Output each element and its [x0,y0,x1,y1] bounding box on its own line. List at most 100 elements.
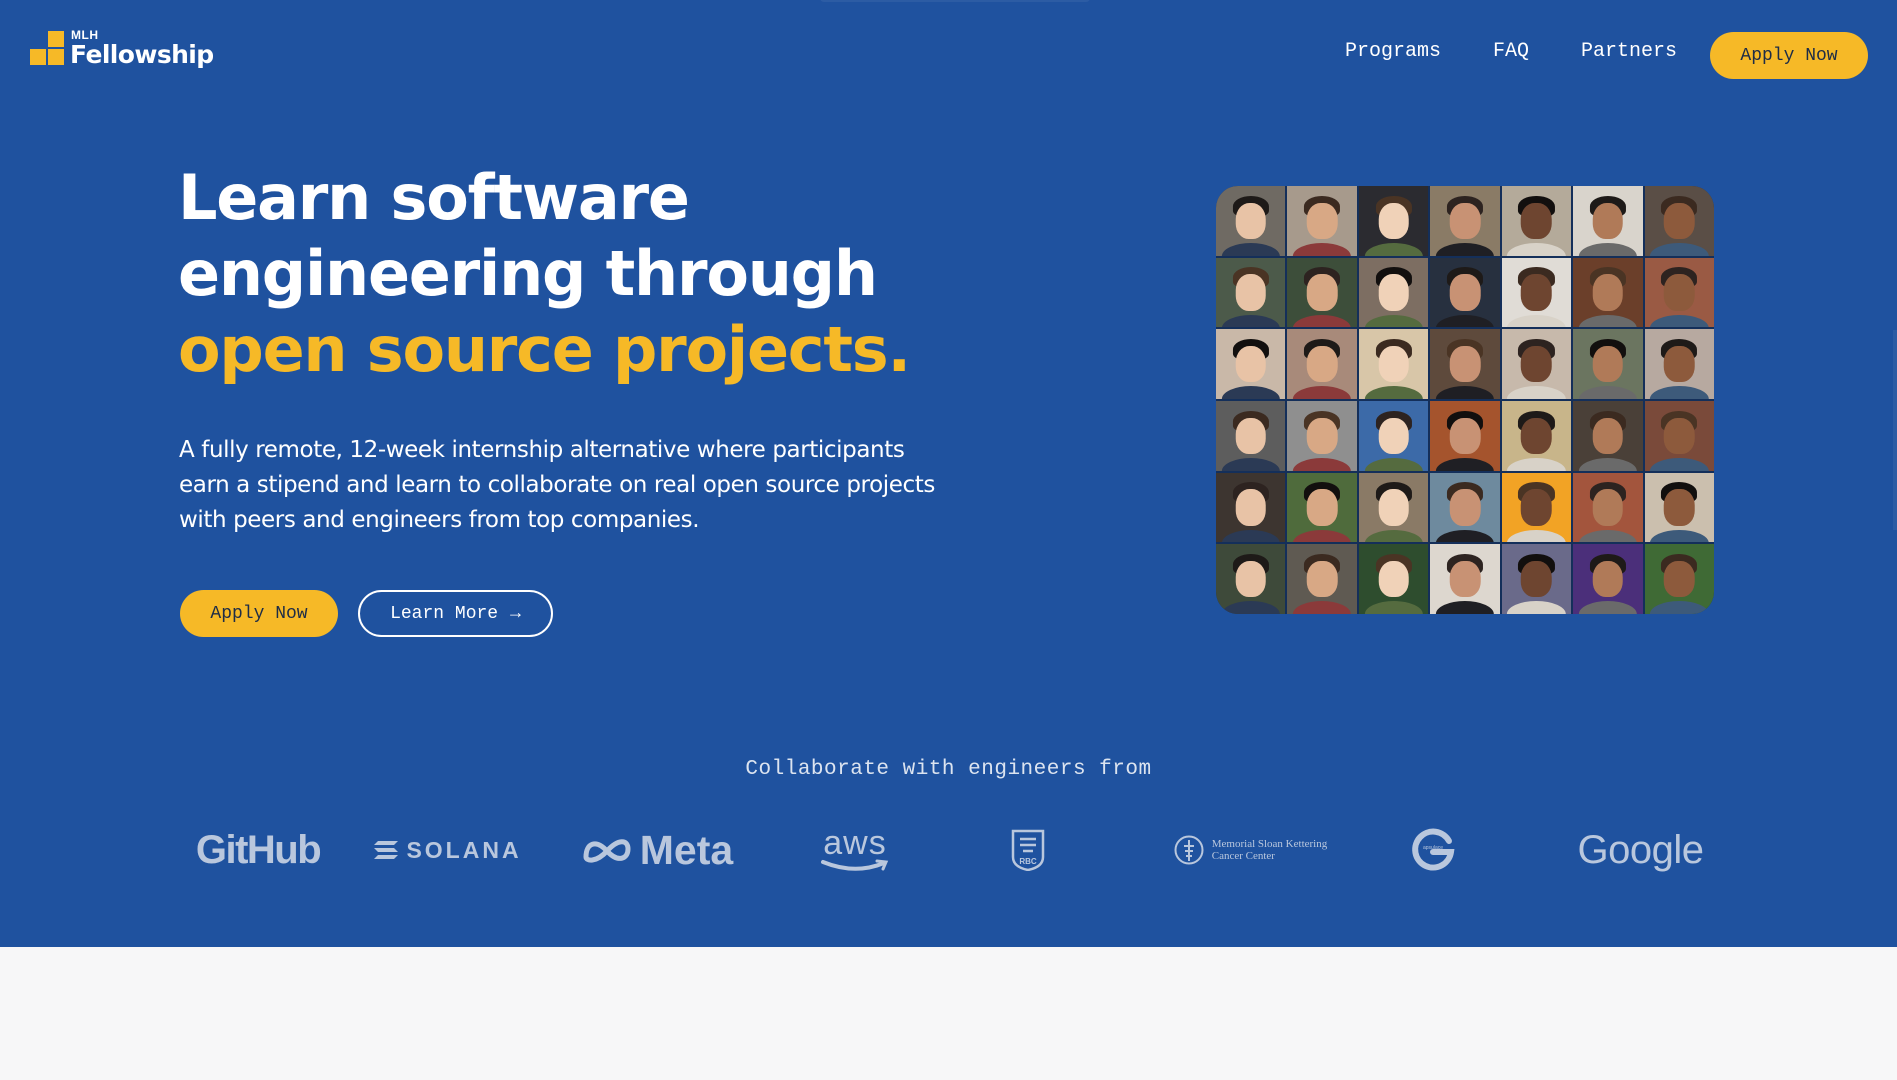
fellow-photo-tile [1644,257,1714,328]
nav-link-partners[interactable]: Partners [1581,38,1677,66]
fellow-photo-tile [1573,329,1643,399]
fellow-shoulders [1650,458,1709,471]
fellow-shoulders [1507,314,1566,328]
fellow-face [1235,274,1266,311]
fellow-photo-tile [1430,329,1500,399]
fellow-face [1592,202,1624,239]
fellow-photo-tile [1501,257,1572,328]
fellow-shoulders [1507,529,1566,543]
fellow-photo-tile [1573,186,1643,256]
fellow-photo-tile [1287,186,1357,256]
fellow-shoulders [1364,529,1423,543]
logo-squares-icon [30,31,64,65]
nav-link-faq[interactable]: FAQ [1493,38,1529,66]
fellow-photo-tile [1287,329,1357,399]
fellow-shoulders [1221,314,1280,328]
fellow-face [1449,561,1481,598]
fellow-shoulders [1221,458,1280,471]
fellow-photo-tile [1430,257,1500,328]
fellow-shoulders [1578,243,1637,256]
fellow-shoulders [1578,386,1637,399]
fellow-face [1521,489,1552,526]
fellow-face [1378,417,1409,454]
mskcc-emblem-icon [1174,835,1204,865]
learn-more-label: Learn More [390,603,499,624]
learn-more-button[interactable]: Learn More → [358,590,553,637]
fellow-photo-tile [1358,186,1429,256]
fellow-face [1664,489,1695,526]
fellow-shoulders [1435,529,1495,543]
fellow-photo-tile [1287,472,1357,543]
g-logo: apsulace [1393,810,1473,890]
aws-smile-icon [821,859,889,871]
fellow-face [1306,274,1338,311]
fellow-face [1521,346,1552,383]
fellow-face [1449,274,1481,311]
fellow-photo-tile [1216,472,1286,543]
fellow-shoulders [1650,386,1709,399]
fellow-shoulders [1364,386,1423,399]
arrow-right-icon: → [510,603,521,624]
fellow-face [1235,561,1266,598]
fellow-face [1449,489,1481,526]
fellow-face [1521,561,1552,598]
fellow-shoulders [1507,386,1566,399]
mskcc-line2: Cancer Center [1211,850,1275,862]
rbc-wordmark: RBC [1019,857,1037,866]
fellow-face [1306,489,1338,526]
mlh-fellowship-logo[interactable]: MLH Fellowship [30,28,220,74]
fellow-face [1378,274,1409,311]
fellow-shoulders [1650,601,1709,614]
fellow-photo-tile [1358,329,1429,399]
fellow-face [1664,346,1695,383]
fellow-face [1521,417,1552,454]
fellow-face [1306,561,1338,598]
fellow-photo-tile [1644,329,1714,399]
fellow-photo-tile [1216,400,1286,471]
nav-link-programs[interactable]: Programs [1345,38,1441,66]
fellow-face [1378,346,1409,383]
fellow-shoulders [1507,243,1566,256]
fellow-photo-tile [1644,472,1714,543]
google-logo: Google [1577,827,1704,872]
fellow-shoulders [1578,601,1637,614]
fellow-shoulders [1435,601,1495,614]
fellow-shoulders [1578,529,1637,543]
fellow-photo-tile [1573,472,1643,543]
hero-apply-now-button[interactable]: Apply Now [180,590,338,637]
g-mark-icon: apsulace [1412,828,1455,871]
fellow-photo-tile [1501,472,1572,543]
fellow-shoulders [1292,243,1352,256]
meta-logo: Meta [570,810,745,890]
logo-fellowship-text: Fellowship [70,40,214,69]
fellow-face [1306,346,1338,383]
fellow-face [1306,202,1338,239]
fellow-photo-tile [1216,186,1286,256]
fellow-shoulders [1435,386,1495,399]
fellow-photo-tile [1358,544,1429,614]
fellow-face [1664,202,1695,239]
hero-description: A fully remote, 12-week internship alter… [179,437,935,533]
fellow-photo-tile [1644,186,1714,256]
fellow-shoulders [1221,529,1280,543]
fellow-photo-tile [1430,472,1500,543]
fellow-photo-tile [1501,544,1572,614]
fellow-photo-tile [1287,400,1357,471]
fellow-shoulders [1292,529,1352,543]
fellow-face [1378,561,1409,598]
rbc-logo: RBC [1003,810,1053,890]
fellow-photo-tile [1287,544,1357,614]
fellow-photo-tile [1501,400,1572,471]
fellow-shoulders [1364,314,1423,328]
g-small-wordmark: apsulace [1423,845,1443,851]
fellow-shoulders [1364,243,1423,256]
fellow-photo-tile [1501,186,1572,256]
main-nav: Programs FAQ Partners [1345,38,1677,66]
fellow-face [1664,417,1695,454]
fellow-shoulders [1650,243,1709,256]
fellow-face [1521,202,1552,239]
fellow-photo-tile [1430,544,1500,614]
nav-apply-now-button[interactable]: Apply Now [1710,32,1868,79]
fellow-photo-tile [1573,400,1643,471]
fellow-shoulders [1221,386,1280,399]
